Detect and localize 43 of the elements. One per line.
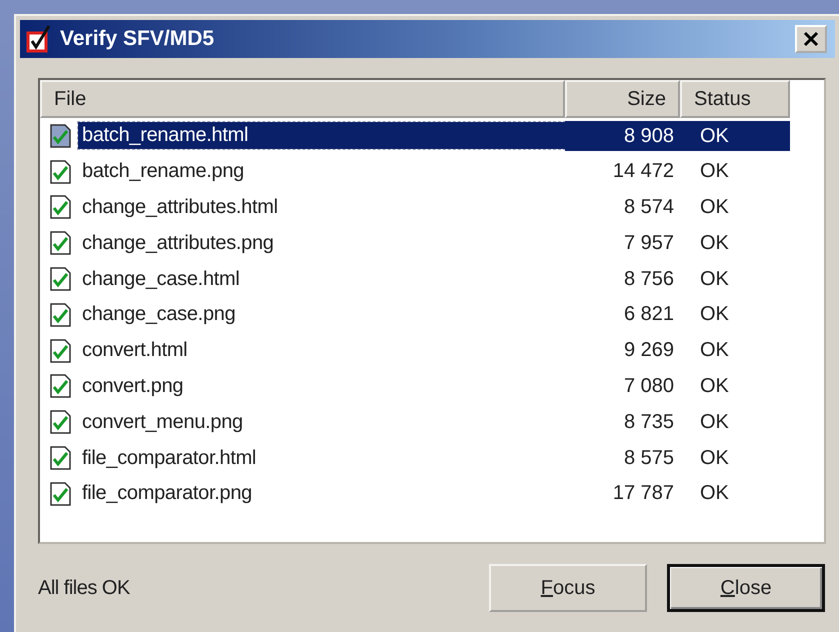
file-name[interactable]: convert_menu.png — [78, 408, 565, 436]
dialog-button[interactable]: Close — [667, 564, 825, 612]
close-icon — [803, 31, 819, 47]
file-size: 14 472 — [612, 160, 675, 184]
checkbox-icon — [26, 25, 52, 53]
file-name[interactable]: batch_rename.png — [78, 158, 565, 186]
file-name[interactable]: change_attributes.png — [78, 230, 565, 257]
file-size: 17 787 — [612, 482, 675, 506]
file-name[interactable]: change_attributes.html — [78, 194, 565, 221]
file-size: 6 821 — [622, 303, 675, 326]
file-name[interactable]: change_case.html — [78, 266, 565, 293]
file-status: OK — [699, 482, 730, 506]
file-name[interactable]: convert.png — [78, 372, 565, 400]
file-name[interactable]: file_comparator.png — [78, 480, 565, 508]
file-size: 8 574 — [622, 196, 675, 219]
file-size: 8 908 — [565, 120, 680, 151]
file-size: 9 269 — [622, 339, 675, 362]
close-button[interactable] — [795, 25, 827, 53]
window-title: Verify SFV/MD5 — [60, 27, 216, 51]
file-status: OK — [699, 303, 730, 326]
file-size: 7 957 — [622, 232, 675, 255]
file-status: OK — [699, 196, 730, 219]
file-name[interactable]: convert.html — [78, 337, 565, 364]
dialog-button[interactable]: Focus — [489, 564, 647, 612]
column-header[interactable]: Status — [680, 80, 790, 118]
file-name[interactable]: file_comparator.html — [78, 444, 565, 472]
file-size: 8 756 — [622, 268, 675, 291]
file-status: OK — [699, 339, 730, 362]
file-size: 8 575 — [622, 446, 675, 470]
file-status: OK — [699, 268, 730, 291]
status-text: All files OK — [38, 576, 131, 600]
file-status: OK — [699, 232, 730, 255]
file-name[interactable]: change_case.png — [78, 301, 565, 328]
file-size: 7 080 — [622, 374, 675, 398]
file-name[interactable]: batch_rename.html — [78, 122, 565, 150]
file-status: OK — [699, 410, 730, 434]
column-header[interactable]: File — [40, 80, 565, 118]
column-header[interactable]: Size — [565, 80, 680, 118]
file-status: OK — [699, 374, 730, 398]
file-status: OK — [680, 120, 790, 151]
file-status: OK — [699, 446, 730, 470]
file-status: OK — [699, 160, 730, 184]
file-size: 8 735 — [622, 410, 675, 434]
